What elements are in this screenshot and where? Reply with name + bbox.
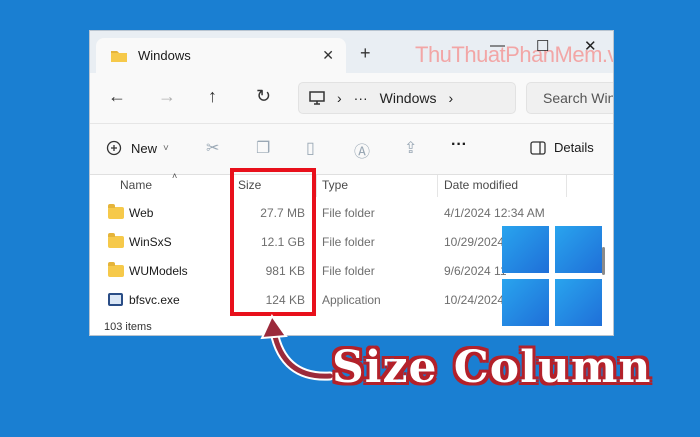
address-more-button[interactable]: ··· bbox=[354, 90, 368, 106]
rename-icon[interactable]: Ⓐ bbox=[354, 138, 370, 162]
column-header-name[interactable]: Name bbox=[120, 178, 152, 192]
file-date: 10/24/2024 bbox=[444, 293, 505, 307]
windows-logo-pane bbox=[555, 279, 602, 326]
folder-icon bbox=[108, 262, 124, 277]
application-icon bbox=[108, 293, 123, 306]
column-divider[interactable] bbox=[316, 175, 317, 197]
minimize-button[interactable]: — bbox=[490, 37, 505, 54]
more-options-button[interactable]: ··· bbox=[451, 136, 467, 154]
command-bar: New ˅ ✂ ❐ ▯ Ⓐ ⇪ ··· Details bbox=[90, 123, 613, 175]
list-item[interactable]: WinSxS 12.1 GB File folder 10/29/2024 bbox=[90, 227, 570, 256]
column-divider[interactable] bbox=[437, 175, 438, 197]
monitor-icon bbox=[309, 91, 325, 105]
file-type: File folder bbox=[322, 206, 375, 220]
file-date: 4/1/2024 12:34 AM bbox=[444, 206, 545, 220]
address-separator: › bbox=[337, 90, 342, 106]
address-bar[interactable]: › ··· Windows › bbox=[298, 82, 516, 114]
cut-icon[interactable]: ✂ bbox=[206, 138, 219, 158]
caption-size-column: Size Column bbox=[332, 342, 652, 393]
file-name: WinSxS bbox=[129, 235, 172, 249]
details-button[interactable]: Details bbox=[530, 140, 594, 155]
windows-logo-pane bbox=[502, 226, 549, 273]
share-icon[interactable]: ⇪ bbox=[404, 138, 417, 158]
address-folder[interactable]: Windows bbox=[380, 90, 437, 106]
folder-icon bbox=[108, 233, 124, 248]
curved-arrow-icon bbox=[260, 313, 335, 381]
new-button[interactable]: New ˅ bbox=[106, 140, 169, 156]
navigation-bar: ← → ↑ ↻ › ··· Windows › Search Win bbox=[90, 73, 613, 123]
folder-icon bbox=[111, 50, 127, 62]
size-column-highlight-box bbox=[230, 168, 316, 316]
file-date: 9/6/2024 11 bbox=[444, 264, 507, 278]
plus-circle-icon bbox=[106, 140, 122, 156]
copy-icon[interactable]: ❐ bbox=[256, 138, 270, 158]
scrollbar[interactable] bbox=[602, 247, 605, 275]
new-button-label: New bbox=[131, 140, 158, 156]
paste-icon[interactable]: ▯ bbox=[306, 138, 315, 158]
tab-windows[interactable]: Windows ✕ bbox=[96, 38, 346, 73]
forward-button[interactable]: → bbox=[158, 86, 176, 107]
windows-logo-pane bbox=[502, 279, 549, 326]
details-pane-icon bbox=[530, 140, 546, 155]
column-header-date[interactable]: Date modified bbox=[444, 178, 518, 192]
windows-logo bbox=[502, 226, 602, 326]
file-type: File folder bbox=[322, 235, 375, 249]
file-date: 10/29/2024 bbox=[444, 235, 505, 249]
tab-title: Windows bbox=[138, 48, 191, 63]
new-tab-button[interactable]: + bbox=[360, 43, 371, 64]
file-name: WUModels bbox=[129, 264, 188, 278]
details-button-label: Details bbox=[554, 140, 594, 155]
close-tab-icon[interactable]: ✕ bbox=[322, 47, 334, 64]
status-item-count: 103 items bbox=[104, 321, 152, 333]
close-window-button[interactable]: ✕ bbox=[584, 37, 597, 55]
column-header-type[interactable]: Type bbox=[322, 178, 348, 192]
list-item[interactable]: WUModels 981 KB File folder 9/6/2024 11 bbox=[90, 256, 570, 285]
maximize-button[interactable]: ☐ bbox=[536, 37, 549, 55]
refresh-button[interactable]: ↻ bbox=[256, 86, 271, 107]
sort-up-icon: ˄ bbox=[172, 171, 178, 181]
address-chevron[interactable]: › bbox=[448, 90, 453, 106]
tab-bar: Windows ✕ + ThuThuatPhanMem.vn — ☐ ✕ bbox=[90, 31, 613, 73]
windows-logo-pane bbox=[555, 226, 602, 273]
column-divider[interactable] bbox=[566, 175, 567, 197]
file-type: Application bbox=[322, 293, 381, 307]
back-button[interactable]: ← bbox=[108, 86, 126, 107]
file-name: Web bbox=[129, 206, 154, 220]
list-item[interactable]: bfsvc.exe 124 KB Application 10/24/2024 bbox=[90, 285, 570, 314]
folder-icon bbox=[108, 204, 124, 219]
search-input[interactable]: Search Win bbox=[526, 82, 613, 114]
file-type: File folder bbox=[322, 264, 375, 278]
file-name: bfsvc.exe bbox=[129, 293, 180, 307]
up-button[interactable]: ↑ bbox=[208, 86, 217, 107]
chevron-down-icon: ˅ bbox=[163, 142, 169, 154]
list-item[interactable]: Web 27.7 MB File folder 4/1/2024 12:34 A… bbox=[90, 198, 570, 227]
